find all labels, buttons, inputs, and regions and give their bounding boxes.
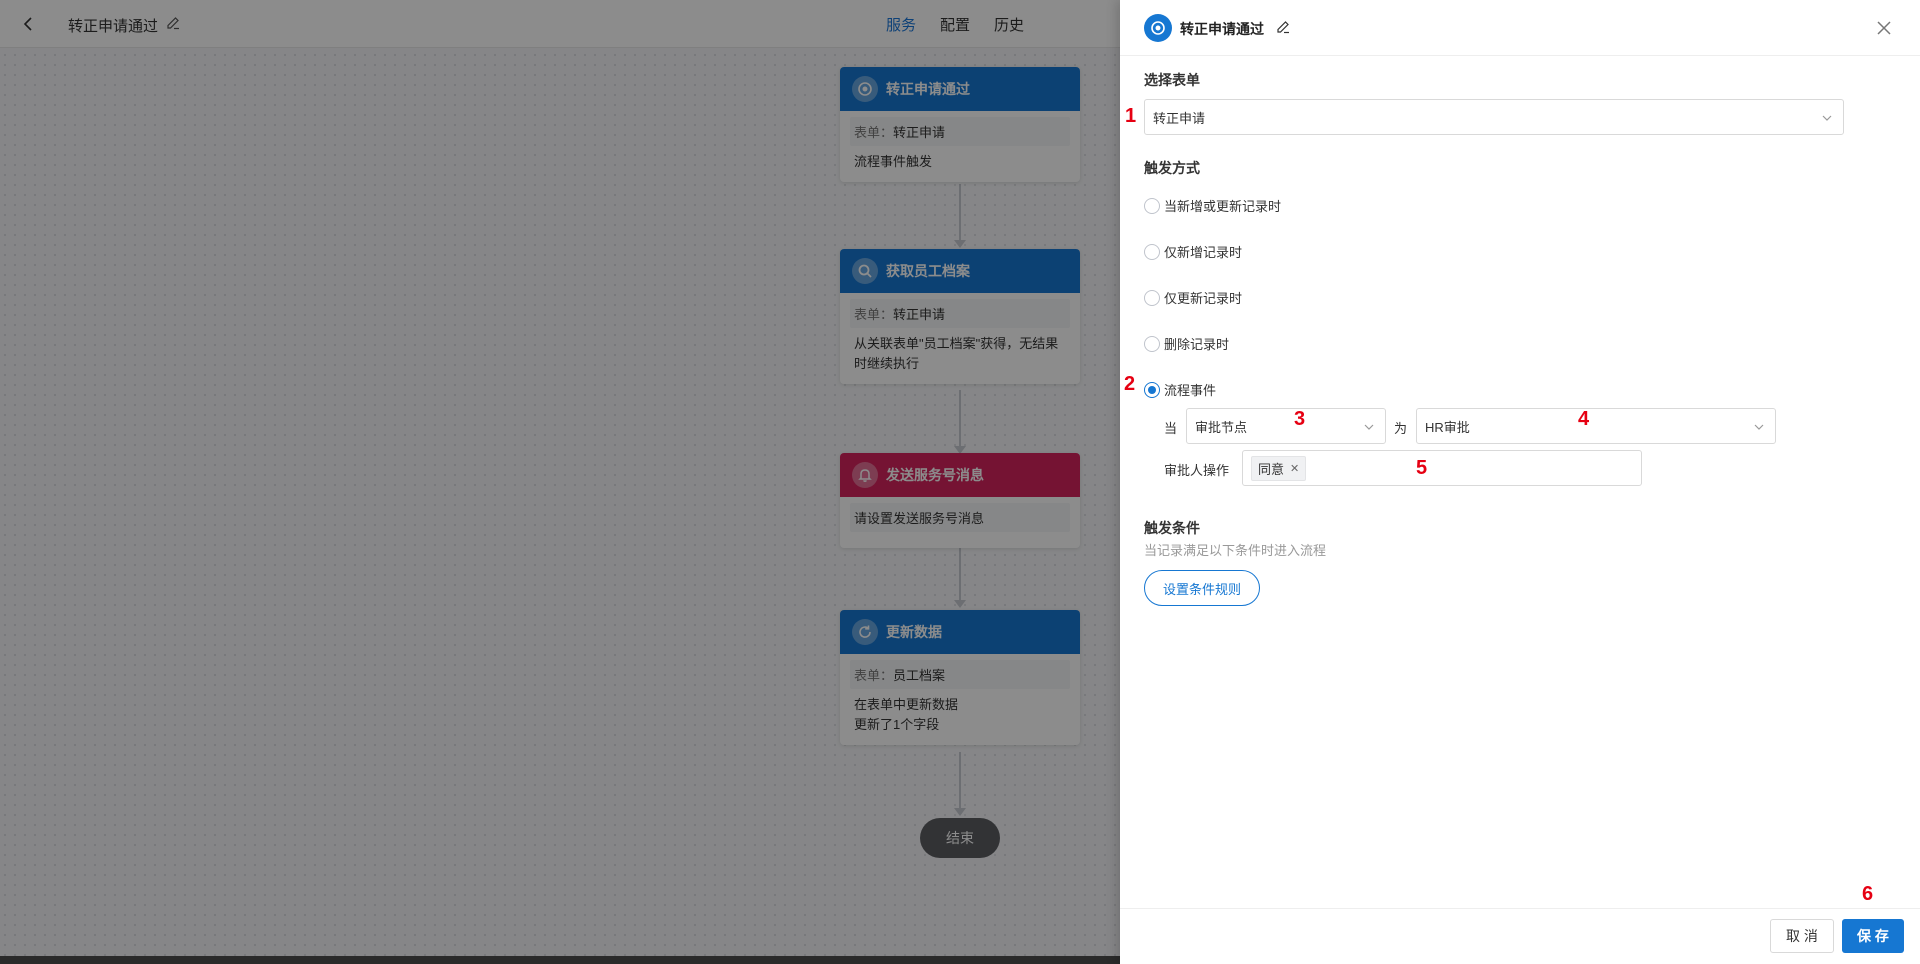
radio-update-only[interactable]: 仅更新记录时: [1144, 288, 1242, 307]
annotation-marker: 6: [1862, 883, 1874, 905]
modal-overlay[interactable]: [0, 0, 1120, 964]
node-value: HR审批: [1425, 419, 1470, 435]
set-rule-button[interactable]: 设置条件规则: [1144, 570, 1260, 606]
drawer-title: 转正申请通过: [1180, 21, 1264, 37]
node-type-select[interactable]: 审批节点: [1186, 408, 1386, 444]
radio-label: 当新增或更新记录时: [1164, 199, 1282, 214]
target-icon: [1144, 14, 1172, 42]
approver-op-label: 审批人操作: [1164, 463, 1230, 478]
condition-label: 触发条件: [1144, 520, 1200, 536]
save-button[interactable]: 保 存: [1842, 919, 1904, 953]
annotation-marker: 5: [1416, 457, 1428, 479]
radio-add-only[interactable]: 仅新增记录时: [1144, 242, 1242, 261]
radio-circle[interactable]: [1144, 335, 1160, 352]
node-select[interactable]: HR审批: [1416, 408, 1776, 444]
approver-op-input[interactable]: 同意 ✕: [1242, 450, 1642, 486]
radio-label: 仅更新记录时: [1164, 291, 1243, 306]
radio-circle[interactable]: [1144, 289, 1160, 306]
annotation-marker: 2: [1124, 373, 1136, 395]
form-select-value: 转正申请: [1153, 110, 1206, 126]
cancel-button[interactable]: 取 消: [1770, 919, 1834, 953]
close-icon[interactable]: ✕: [1290, 462, 1299, 475]
flow-canvas[interactable]: 转正申请通过 服务 配置 历史 转正申请通过 表单：转正申请 流程事件触发 获取…: [0, 0, 1120, 964]
close-icon[interactable]: [1874, 18, 1894, 38]
radio-circle[interactable]: [1144, 197, 1160, 214]
annotation-marker: 4: [1578, 408, 1590, 430]
form-select[interactable]: 转正申请: [1144, 99, 1844, 135]
trigger-label: 触发方式: [1144, 160, 1200, 176]
tag-label: 同意: [1258, 461, 1285, 477]
edit-icon[interactable]: [1275, 19, 1291, 35]
radio-label: 删除记录时: [1164, 337, 1230, 352]
radio-label: 流程事件: [1164, 383, 1217, 398]
annotation-marker: 1: [1125, 105, 1137, 127]
radio-circle-checked[interactable]: [1144, 381, 1160, 398]
radio-label: 仅新增记录时: [1164, 245, 1243, 260]
drawer-header: 转正申请通过: [1120, 0, 1920, 56]
scrollbar-strip: [0, 956, 1120, 964]
condition-hint: 当记录满足以下条件时进入流程: [1144, 543, 1327, 558]
annotation-marker: 3: [1294, 408, 1306, 430]
radio-circle[interactable]: [1144, 243, 1160, 260]
approver-op-tag: 同意 ✕: [1251, 455, 1307, 481]
node-type-value: 审批节点: [1195, 419, 1248, 435]
radio-add-or-update[interactable]: 当新增或更新记录时: [1144, 196, 1281, 215]
chevron-down-icon: [1822, 115, 1832, 121]
chevron-down-icon: [1754, 424, 1764, 430]
as-label: 为: [1394, 421, 1408, 436]
when-label: 当: [1164, 421, 1178, 436]
select-form-label: 选择表单: [1144, 72, 1200, 88]
radio-flow-event[interactable]: 流程事件: [1144, 380, 1216, 399]
chevron-down-icon: [1364, 424, 1374, 430]
radio-delete[interactable]: 删除记录时: [1144, 334, 1229, 353]
